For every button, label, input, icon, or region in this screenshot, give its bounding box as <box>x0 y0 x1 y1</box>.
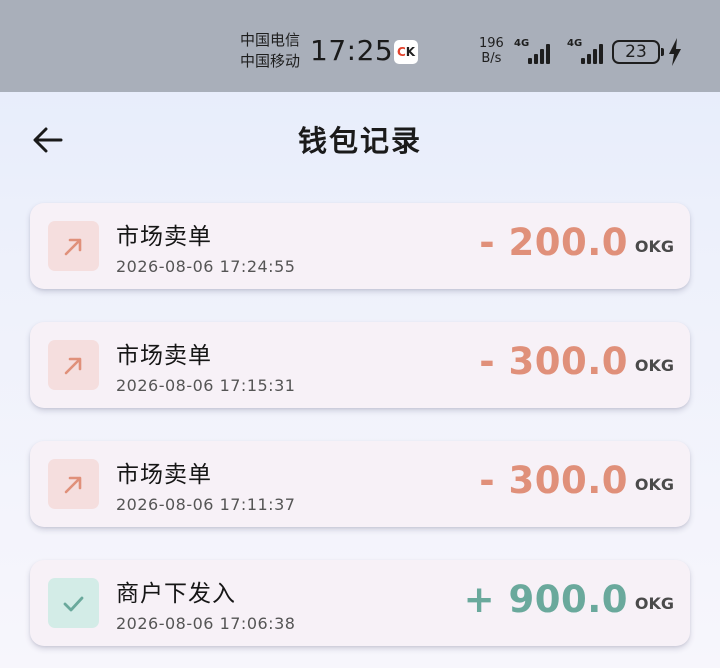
check-icon <box>63 596 84 612</box>
record-icon-box <box>48 459 99 509</box>
record-item[interactable]: 商户下发入 2026-08-06 17:06:38 + 900.0 OKG <box>30 560 690 646</box>
record-amount: - 300.0 <box>479 459 628 502</box>
arrow-up-right-icon <box>64 357 82 375</box>
arrow-up-right-icon <box>64 238 82 256</box>
record-time: 2026-08-06 17:06:38 <box>116 614 296 633</box>
record-title: 市场卖单 <box>116 224 212 250</box>
record-icon-box <box>48 578 99 628</box>
ck-app-icon: CK <box>394 40 418 64</box>
network-speed: 196 B/s <box>479 36 504 66</box>
record-title: 商户下发入 <box>116 581 236 607</box>
record-time: 2026-08-06 17:15:31 <box>116 376 296 395</box>
carrier-names: 中国电信 中国移动 <box>240 30 300 72</box>
status-bar: 中国电信 中国移动 17:25 CK 196 B/s 4G 4G 23 <box>0 0 720 92</box>
record-item[interactable]: 市场卖单 2026-08-06 17:11:37 - 300.0 OKG <box>30 441 690 527</box>
carrier-2: 中国移动 <box>240 52 301 70</box>
page-header: 钱包记录 <box>0 92 720 186</box>
record-unit: OKG <box>634 356 674 375</box>
record-title: 市场卖单 <box>116 462 212 488</box>
record-icon-box <box>48 221 99 271</box>
record-time: 2026-08-06 17:11:37 <box>116 495 296 514</box>
record-unit: OKG <box>634 594 674 613</box>
record-item[interactable]: 市场卖单 2026-08-06 17:15:31 - 300.0 OKG <box>30 322 690 408</box>
carrier-1: 中国电信 <box>240 31 301 49</box>
wallet-records-list: 市场卖单 2026-08-06 17:24:55 - 200.0 OKG 市场卖… <box>30 203 690 668</box>
record-amount: - 300.0 <box>479 340 628 383</box>
battery-tip <box>661 48 664 56</box>
battery-icon: 23 <box>612 40 660 64</box>
record-title: 市场卖单 <box>116 343 212 369</box>
record-amount: - 200.0 <box>479 221 628 264</box>
page-title: 钱包记录 <box>297 124 422 158</box>
record-unit: OKG <box>634 237 674 256</box>
record-amount: + 900.0 <box>463 578 628 621</box>
status-clock: 17:25 <box>310 34 394 67</box>
charging-bolt-icon <box>669 38 681 66</box>
record-item[interactable]: 市场卖单 2026-08-06 17:24:55 - 200.0 OKG <box>30 203 690 289</box>
record-time: 2026-08-06 17:24:55 <box>116 257 296 276</box>
record-unit: OKG <box>634 475 674 494</box>
arrow-up-right-icon <box>64 476 82 494</box>
record-icon-box <box>48 340 99 390</box>
